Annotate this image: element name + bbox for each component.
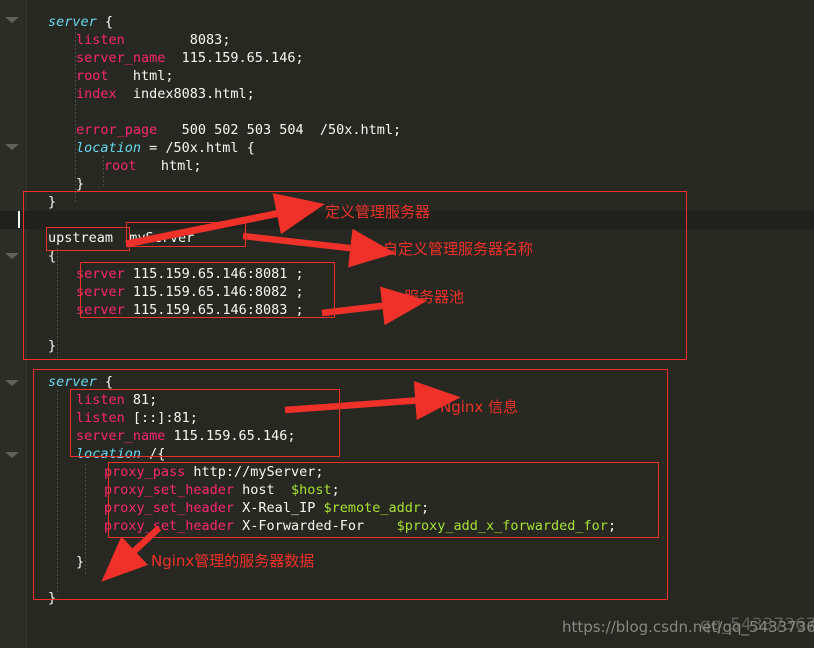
code-token: 115.159.65.146; <box>165 428 296 444</box>
code-token: } <box>76 554 85 570</box>
code-token: ; <box>421 500 430 516</box>
code-token: server_name <box>76 428 166 444</box>
code-line: } <box>76 175 84 193</box>
code-token: html; <box>136 158 202 174</box>
code-token: index <box>76 86 117 102</box>
code-editor-screenshot: server {listen 8083; server_name 115.159.… <box>0 0 814 648</box>
code-token: 115.159.65.146:8082 ; <box>124 284 304 300</box>
code-token: { <box>104 14 114 30</box>
code-token: root <box>104 158 137 174</box>
code-token: } <box>48 338 57 354</box>
code-line: } <box>76 553 84 571</box>
code-token: server <box>76 302 125 318</box>
code-token: = /50x.html { <box>141 140 255 156</box>
code-line: server 115.159.65.146:8082 ; <box>76 283 304 301</box>
code-token: server <box>76 266 125 282</box>
code-token: location <box>76 140 142 156</box>
code-line: location /{ <box>76 445 165 463</box>
code-line: proxy_set_header X-Forwarded-For $proxy_… <box>104 517 616 535</box>
code-token: error_page <box>76 122 158 138</box>
code-line: location = /50x.html { <box>76 139 255 157</box>
code-token: server_name <box>76 50 166 66</box>
code-token: } <box>76 176 85 192</box>
code-token: X-Forwarded-For <box>234 518 397 534</box>
code-line: } <box>48 589 56 607</box>
code-token: } <box>48 590 57 606</box>
code-token: server <box>48 14 105 30</box>
code-token: /{ <box>141 446 166 462</box>
code-line: upstream myServer <box>48 229 194 247</box>
code-token: $remote_addr <box>323 500 421 516</box>
code-token: proxy_pass <box>104 464 186 480</box>
code-token: index8083.html; <box>116 86 255 102</box>
code-token: } <box>48 194 57 210</box>
code-token: $host <box>290 482 332 498</box>
code-token: server <box>76 284 125 300</box>
code-token: 115.159.65.146; <box>165 50 304 66</box>
code-line: proxy_pass http://myServer; <box>104 463 323 481</box>
code-token: proxy_set_header <box>104 518 235 534</box>
code-line: } <box>48 193 56 211</box>
code-line: listen 81; <box>76 391 157 409</box>
code-line: server_name 115.159.65.146; <box>76 49 304 67</box>
code-token: host <box>234 482 291 498</box>
code-line: listen [::]:81; <box>76 409 198 427</box>
code-token: html; <box>108 68 174 84</box>
code-token: [::]:81; <box>124 410 198 426</box>
code-line: server { <box>48 373 113 391</box>
code-token: location <box>76 446 142 462</box>
code-token: upstream myServer <box>48 230 195 246</box>
code-line: server 115.159.65.146:8083 ; <box>76 301 304 319</box>
code-token: ; <box>331 482 340 498</box>
code-line: error_page 500 502 503 504 /50x.html; <box>76 121 401 139</box>
code-line: server_name 115.159.65.146; <box>76 427 295 445</box>
code-token: 115.159.65.146:8083 ; <box>124 302 304 318</box>
code-text-area[interactable]: server {listen 8083; server_name 115.159.… <box>0 0 814 648</box>
code-token: proxy_set_header <box>104 500 235 516</box>
code-token: listen <box>76 410 125 426</box>
code-line: root html; <box>104 157 202 175</box>
code-token: $proxy_add_x_forwarded_for <box>396 518 608 534</box>
code-token: 81; <box>124 392 158 408</box>
code-token: 500 502 503 504 /50x.html; <box>157 122 402 138</box>
code-line: proxy_set_header X-Real_IP $remote_addr; <box>104 499 429 517</box>
code-line: proxy_set_header host $host; <box>104 481 340 499</box>
code-token: server <box>48 374 97 390</box>
code-line: } <box>48 337 56 355</box>
code-token: root <box>76 68 109 84</box>
code-token: X-Real_IP <box>234 500 324 516</box>
code-token: proxy_set_header <box>104 482 235 498</box>
code-token: http://myServer; <box>185 464 324 480</box>
code-line: { <box>48 247 56 265</box>
code-token: 8083; <box>124 32 231 48</box>
watermark-overlay: qq_54337367 <box>700 615 814 635</box>
code-token: listen <box>76 32 125 48</box>
code-token: { <box>48 248 57 264</box>
code-token: listen <box>76 392 125 408</box>
code-token: { <box>96 374 114 390</box>
code-line: listen 8083; <box>76 31 230 49</box>
code-line: server { <box>48 13 113 31</box>
code-line: server 115.159.65.146:8081 ; <box>76 265 304 283</box>
code-token: ; <box>607 518 617 534</box>
code-line: root html; <box>76 67 174 85</box>
code-line: index index8083.html; <box>76 85 255 103</box>
code-token: 115.159.65.146:8081 ; <box>124 266 304 282</box>
